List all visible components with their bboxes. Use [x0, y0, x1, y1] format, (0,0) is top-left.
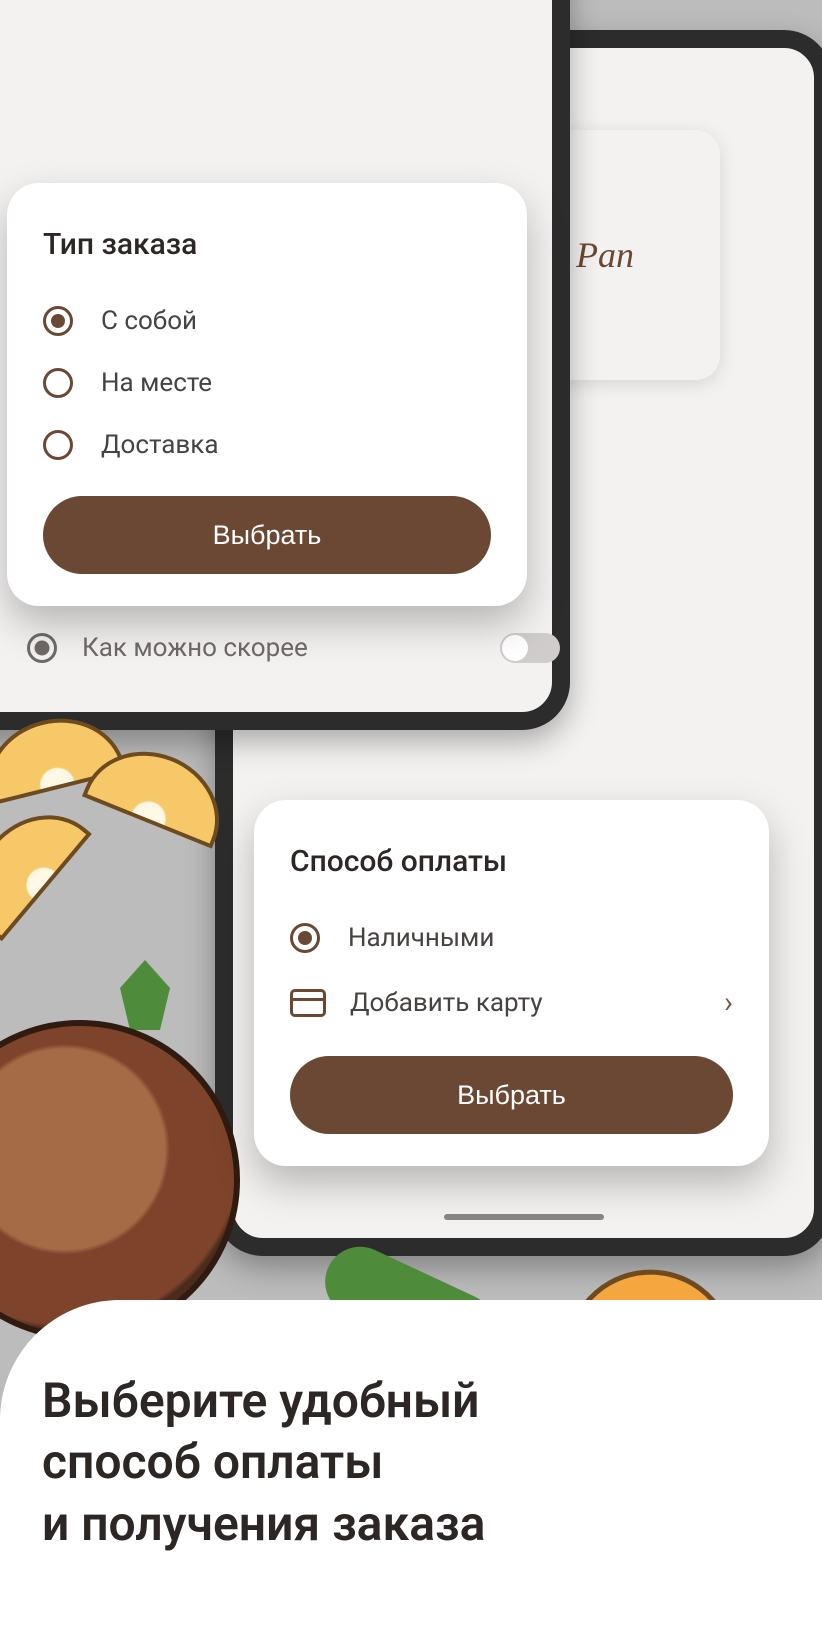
toggle-asap[interactable]: [500, 633, 560, 663]
option-cash[interactable]: Наличными: [290, 907, 733, 969]
food-illustration: [0, 710, 230, 1310]
option-delivery[interactable]: Доставка: [43, 414, 491, 476]
asap-row[interactable]: Как можно скорее: [24, 630, 560, 666]
home-indicator: [444, 1214, 604, 1220]
option-label: Наличными: [348, 923, 494, 953]
option-label: Добавить карту: [350, 988, 543, 1018]
radio-icon[interactable]: [43, 306, 73, 336]
option-add-card[interactable]: Добавить карту ›: [290, 969, 733, 1036]
dialog-title: Тип заказа: [43, 227, 491, 262]
chevron-right-icon: ›: [724, 985, 733, 1020]
select-button[interactable]: Выбрать: [290, 1056, 733, 1134]
upsell-card-title: Pan: [576, 234, 634, 276]
radio-icon[interactable]: [43, 368, 73, 398]
option-label: Доставка: [101, 430, 219, 460]
radio-icon[interactable]: [43, 430, 73, 460]
order-type-dialog: Тип заказа С собой На месте Доставка Выб…: [7, 183, 527, 606]
option-with-you[interactable]: С собой: [43, 290, 491, 352]
clock-icon: [24, 630, 60, 666]
dialog-title: Способ оплаты: [290, 844, 733, 879]
option-label: С собой: [101, 306, 197, 336]
radio-icon[interactable]: [290, 923, 320, 953]
select-button[interactable]: Выбрать: [43, 496, 491, 574]
promo-headline: Выберите удобный способ оплаты и получен…: [42, 1370, 780, 1554]
option-here[interactable]: На месте: [43, 352, 491, 414]
promo-banner: Выберите удобный способ оплаты и получен…: [0, 1300, 822, 1646]
card-icon: [290, 989, 326, 1017]
option-label: На месте: [101, 368, 212, 398]
payment-dialog: Способ оплаты Наличными Добавить карту ›…: [254, 800, 769, 1166]
